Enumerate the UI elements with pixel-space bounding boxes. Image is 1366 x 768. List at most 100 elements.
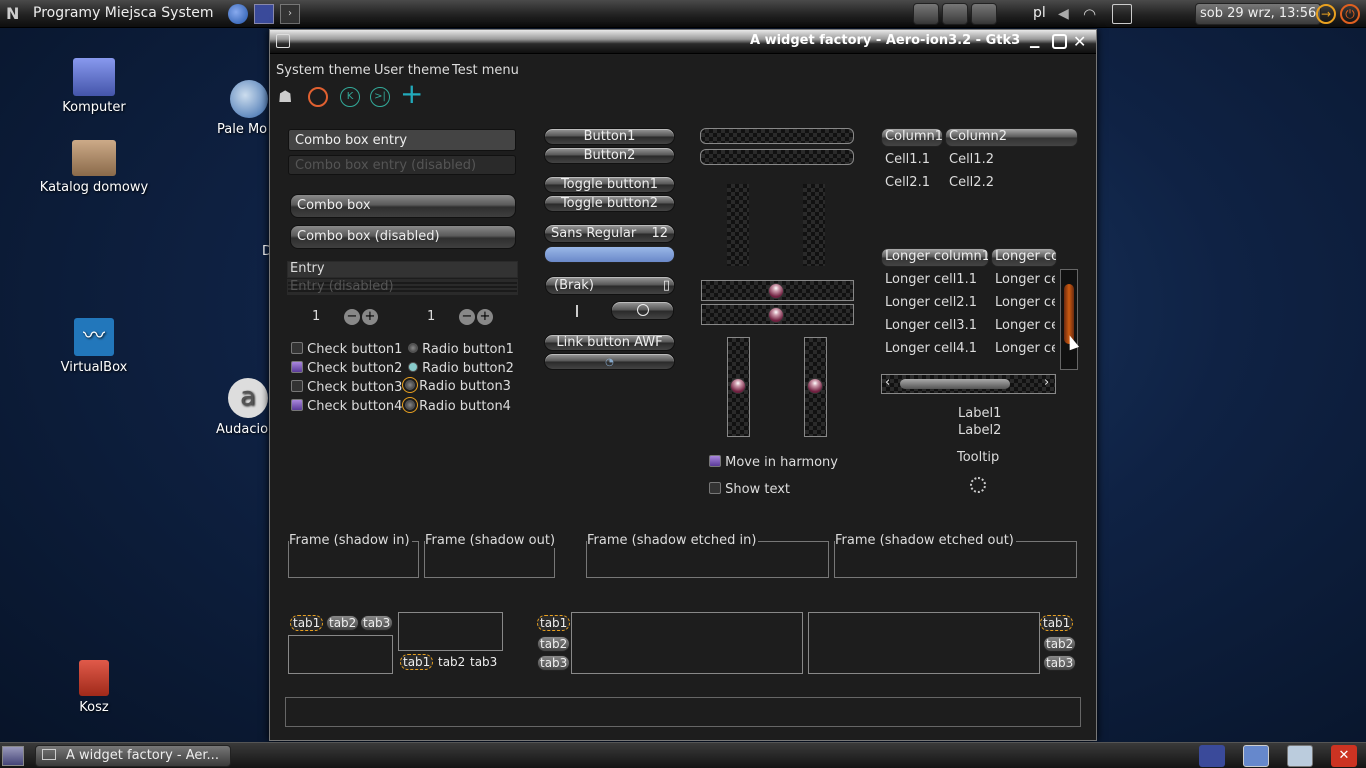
spin-plus-icon[interactable]: +: [362, 309, 378, 325]
check-button-4[interactable]: Check button4: [291, 399, 402, 414]
column-header-2[interactable]: Column2: [945, 128, 1078, 147]
tree-cell[interactable]: Cell2.1: [885, 175, 930, 190]
button-2[interactable]: Button2: [544, 147, 675, 164]
menu-user-theme[interactable]: User theme: [374, 63, 450, 78]
tray-tool-icon[interactable]: [1287, 745, 1313, 767]
minimize-icon[interactable]: ▁: [1030, 34, 1046, 50]
taskbar-button[interactable]: A widget factory - Aer...: [35, 745, 231, 767]
tab-3[interactable]: tab3: [1043, 655, 1077, 671]
browser-launcher-icon[interactable]: [228, 4, 248, 24]
tab-3[interactable]: tab3: [360, 615, 394, 631]
spinner-button[interactable]: ◔: [544, 353, 675, 370]
window-menu-icon[interactable]: [276, 34, 290, 48]
tab-3[interactable]: tab3: [468, 655, 499, 669]
tray-app-icon[interactable]: [1199, 745, 1225, 767]
combo-box[interactable]: Combo box: [290, 194, 516, 218]
tab-1[interactable]: tab1: [537, 615, 571, 631]
move-in-harmony-check[interactable]: Move in harmony: [709, 455, 838, 470]
column-header-2[interactable]: Longer co: [991, 248, 1057, 267]
slider-knob-icon[interactable]: [768, 307, 784, 323]
arrow-left-icon[interactable]: ‹: [885, 375, 890, 390]
scrollbar-thumb[interactable]: [900, 379, 1010, 389]
terminal-launcher-icon[interactable]: ›: [280, 4, 300, 24]
desktop-icon-audacious[interactable]: a Audacio: [212, 378, 272, 437]
tooltip-label[interactable]: Tooltip: [957, 450, 999, 465]
desktop-icon-home[interactable]: Katalog domowy: [29, 140, 159, 195]
tree-cell[interactable]: Longer cell1.1: [885, 272, 977, 287]
tab-1[interactable]: tab1: [1040, 615, 1074, 631]
spin-button-2[interactable]: 1: [427, 309, 457, 324]
check-button-2[interactable]: Check button2: [291, 361, 402, 376]
spin-minus-icon[interactable]: −: [459, 309, 475, 325]
show-desktop-icon[interactable]: [2, 746, 24, 766]
refresh-icon[interactable]: [308, 87, 328, 107]
volume-icon[interactable]: ◀: [1058, 6, 1076, 22]
keyboard-layout[interactable]: pl: [1033, 5, 1046, 21]
button-1[interactable]: Button1: [544, 128, 675, 145]
workspace-1[interactable]: [913, 3, 939, 25]
tab-1[interactable]: tab1: [400, 654, 434, 670]
arrow-right-icon[interactable]: ›: [1044, 375, 1049, 390]
switch-toggle[interactable]: [611, 301, 674, 320]
vertical-slider-1[interactable]: [727, 337, 750, 437]
window-launcher-icon[interactable]: [254, 4, 274, 24]
radio-button-4[interactable]: Radio button4: [402, 397, 511, 414]
menu-system-theme[interactable]: System theme: [276, 63, 371, 78]
tree-cell[interactable]: Longer ce: [995, 318, 1055, 333]
desktop-icon-trash[interactable]: Kosz: [29, 660, 159, 715]
vertical-scrollbar[interactable]: [1060, 269, 1078, 370]
desktop-icon-virtualbox[interactable]: 〰 VirtualBox: [29, 318, 159, 375]
switch-off[interactable]: [576, 305, 578, 317]
spin-minus-icon[interactable]: −: [344, 309, 360, 325]
vertical-slider-2[interactable]: [804, 337, 827, 437]
toggle-button-1[interactable]: Toggle button1: [544, 176, 675, 193]
show-text-check[interactable]: Show text: [709, 482, 790, 497]
logout-icon[interactable]: →: [1316, 4, 1336, 24]
workspace-3[interactable]: [971, 3, 997, 25]
first-icon[interactable]: K: [340, 87, 360, 107]
clock[interactable]: sob 29 wrz, 13:56: [1195, 3, 1322, 25]
slider-knob-icon[interactable]: [768, 283, 784, 299]
combo-box-entry[interactable]: Combo box entry: [288, 129, 516, 151]
radio-button-3[interactable]: Radio button3: [402, 377, 511, 394]
window-titlebar[interactable]: A widget factory - Aero-ion3.2 - Gtk3 ▁ …: [270, 30, 1096, 54]
spin-button-1[interactable]: 1: [312, 309, 342, 324]
spin-plus-icon[interactable]: +: [477, 309, 493, 325]
tree-cell[interactable]: Longer ce: [995, 272, 1055, 287]
tray-close-icon[interactable]: ✕: [1331, 745, 1357, 767]
horizontal-scale-1[interactable]: [700, 128, 854, 144]
color-button[interactable]: [544, 246, 675, 263]
tab-2[interactable]: tab2: [326, 615, 360, 631]
toggle-button-2[interactable]: Toggle button2: [544, 195, 675, 212]
battery-icon[interactable]: [1112, 4, 1132, 24]
distro-logo-icon[interactable]: N: [6, 5, 24, 23]
tree-cell[interactable]: Cell2.2: [949, 175, 994, 190]
tree-cell[interactable]: Longer cell4.1: [885, 341, 977, 356]
tab-2[interactable]: tab2: [436, 655, 467, 669]
workspace-2[interactable]: [942, 3, 968, 25]
tray-window-icon[interactable]: [1243, 745, 1269, 767]
horizontal-scrollbar[interactable]: ‹ ›: [881, 374, 1056, 394]
desktop-icon-computer[interactable]: Komputer: [29, 58, 159, 115]
power-icon[interactable]: ⏻: [1340, 4, 1360, 24]
menu-test-menu[interactable]: Test menu: [452, 63, 519, 78]
slider-knob-icon[interactable]: [807, 378, 823, 394]
add-icon[interactable]: +: [400, 80, 424, 108]
tab-2[interactable]: tab2: [1043, 636, 1077, 652]
check-button-1[interactable]: Check button1: [291, 342, 402, 357]
desktop-icon-palemoon[interactable]: Pale Mo: [212, 80, 272, 137]
radio-button-1[interactable]: Radio button1: [408, 342, 514, 357]
font-button[interactable]: Sans Regular 12: [544, 224, 675, 243]
tree-cell[interactable]: Cell1.2: [949, 152, 994, 167]
horizontal-slider-1[interactable]: [701, 280, 854, 301]
tab-3[interactable]: tab3: [537, 655, 571, 671]
tree-cell[interactable]: Longer ce: [995, 295, 1055, 310]
tab-2[interactable]: tab2: [537, 636, 571, 652]
check-button-3[interactable]: Check button3: [291, 380, 402, 395]
tree-cell[interactable]: Cell1.1: [885, 152, 930, 167]
radio-button-2[interactable]: Radio button2: [408, 361, 514, 376]
tab-1[interactable]: tab1: [290, 615, 324, 631]
tree-cell[interactable]: Longer cell3.1: [885, 318, 977, 333]
close-icon[interactable]: ✕: [1073, 32, 1091, 51]
column-header-1[interactable]: Longer column1: [881, 248, 989, 267]
